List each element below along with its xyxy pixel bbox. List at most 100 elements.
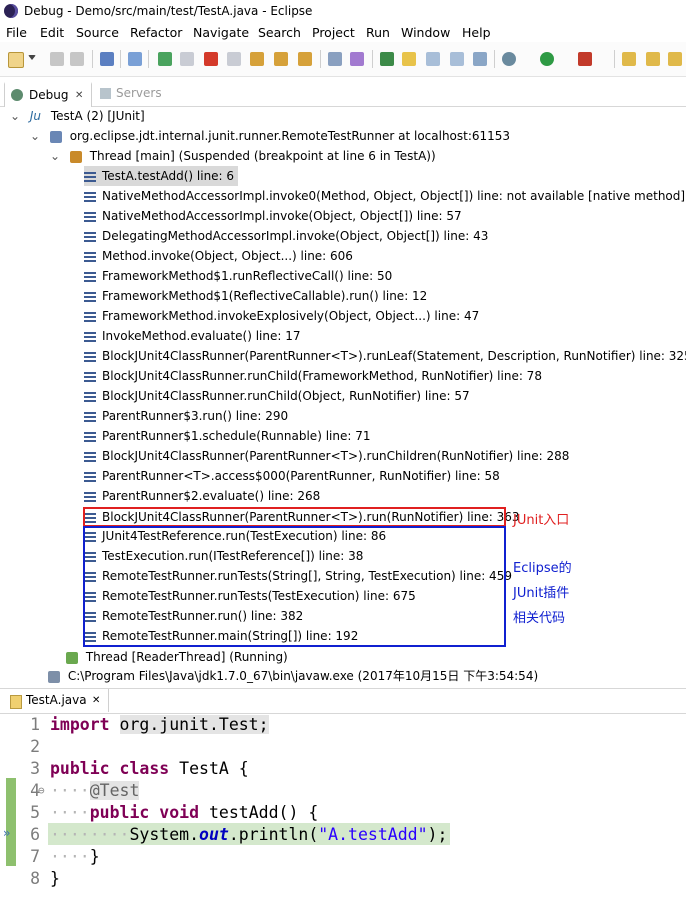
pin-icon[interactable] xyxy=(473,52,487,66)
stack-frame-icon xyxy=(84,271,96,282)
line-number: 8 xyxy=(30,869,40,888)
stack-frame[interactable]: BlockJUnit4ClassRunner.runChild(Framewor… xyxy=(84,366,542,386)
stack-frame[interactable]: FrameworkMethod$1.runReflectiveCall() li… xyxy=(84,266,392,286)
terminate-icon[interactable] xyxy=(204,52,218,66)
stack-frame-icon xyxy=(84,211,96,222)
stack-frame[interactable]: FrameworkMethod$1(ReflectiveCallable).ru… xyxy=(84,286,427,306)
code-line-1: import org.junit.Test; xyxy=(50,715,269,734)
stack-frame[interactable]: ParentRunner$2.evaluate() line: 268 xyxy=(84,486,320,506)
step-over-icon[interactable] xyxy=(274,52,288,66)
run-icon[interactable] xyxy=(540,52,554,66)
frame-label: ParentRunner$2.evaluate() line: 268 xyxy=(102,489,321,503)
tree-process[interactable]: C:\Program Files\Java\jdk1.7.0_67\bin\ja… xyxy=(48,666,538,684)
tree-launch[interactable]: ⌄ Ju TestA (2) [JUnit] xyxy=(10,106,145,126)
menu-bar: File Edit Source Refactor Navigate Searc… xyxy=(0,22,686,42)
menu-project[interactable]: Project xyxy=(312,25,355,40)
vm-label: org.eclipse.jdt.internal.junit.runner.Re… xyxy=(69,129,511,143)
stack-frame-icon xyxy=(84,371,96,382)
frame-label: BlockJUnit4ClassRunner(ParentRunner<T>).… xyxy=(102,449,570,463)
stack-frame-icon xyxy=(84,351,96,362)
new-dropdown-icon[interactable] xyxy=(28,55,36,60)
line-number: 5 xyxy=(30,803,40,822)
debug-gear-icon[interactable] xyxy=(502,52,516,66)
stack-frame[interactable]: NativeMethodAccessorImpl.invoke(Object, … xyxy=(84,206,462,226)
highlight-icon[interactable] xyxy=(402,52,416,66)
menu-file[interactable]: File xyxy=(6,25,27,40)
editor-tab-label: TestA.java xyxy=(26,693,87,707)
open-folder-icon[interactable] xyxy=(668,52,682,66)
save-all-icon[interactable] xyxy=(70,52,84,66)
frame-label: FrameworkMethod$1.runReflectiveCall() li… xyxy=(102,269,393,283)
stack-frame[interactable]: DelegatingMethodAccessorImpl.invoke(Obje… xyxy=(84,226,488,246)
line-number: 7 xyxy=(30,847,40,866)
junit-entry-highlight xyxy=(83,507,506,527)
frame-label: InvokeMethod.evaluate() line: 17 xyxy=(102,329,301,343)
step-into-icon[interactable] xyxy=(250,52,264,66)
new-package-icon[interactable] xyxy=(622,52,636,66)
instruction-pointer-icon: » xyxy=(3,826,11,840)
stack-frame-icon xyxy=(84,171,96,182)
menu-help[interactable]: Help xyxy=(462,25,491,40)
stack-frame[interactable]: BlockJUnit4ClassRunner(ParentRunner<T>).… xyxy=(84,346,686,366)
stack-frame-icon xyxy=(84,331,96,342)
stack-frame-selected[interactable]: TestA.testAdd() line: 6 xyxy=(84,166,239,186)
new-icon[interactable] xyxy=(8,52,24,68)
line-number: 6 xyxy=(30,825,40,844)
disconnect-icon[interactable] xyxy=(227,52,241,66)
code-editor[interactable]: » 1 2 3 4 ⊖ 5 6 7 8 import org.junit.Tes… xyxy=(0,712,686,904)
step-return-icon[interactable] xyxy=(298,52,312,66)
suspend-icon[interactable] xyxy=(180,52,194,66)
frame-label: BlockJUnit4ClassRunner.runChild(Object, … xyxy=(102,389,470,403)
stack-frame[interactable]: ParentRunner<T>.access$000(ParentRunner,… xyxy=(84,466,500,486)
tab-testa-java[interactable]: TestA.java ✕ xyxy=(4,689,109,712)
resume-icon[interactable] xyxy=(158,52,172,66)
tree-thread-reader[interactable]: Thread [ReaderThread] (Running) xyxy=(66,647,288,667)
stack-frame[interactable]: InvokeMethod.evaluate() line: 17 xyxy=(84,326,301,346)
stack-frame[interactable]: BlockJUnit4ClassRunner.runChild(Object, … xyxy=(84,386,470,406)
code-line-6: ········System.out.println("A.testAdd"); xyxy=(50,825,448,844)
toggle-icon[interactable] xyxy=(426,52,440,66)
use-step-filters-icon[interactable] xyxy=(350,52,364,66)
menu-navigate[interactable]: Navigate xyxy=(193,25,249,40)
process-label: C:\Program Files\Java\jdk1.7.0_67\bin\ja… xyxy=(67,669,539,683)
annotation-junit-entry: JUnit入口 xyxy=(513,513,570,528)
menu-run[interactable]: Run xyxy=(366,25,390,40)
fold-icon[interactable]: ⊖ xyxy=(38,784,45,797)
save-icon[interactable] xyxy=(50,52,64,66)
menu-window[interactable]: Window xyxy=(401,25,450,40)
stack-frame-icon xyxy=(84,391,96,402)
stack-frame[interactable]: BlockJUnit4ClassRunner(ParentRunner<T>).… xyxy=(84,446,569,466)
stack-frame-icon xyxy=(84,491,96,502)
stack-frame-icon xyxy=(84,311,96,322)
process-icon xyxy=(48,670,60,683)
stack-frame-icon xyxy=(84,471,96,482)
show-source-icon[interactable] xyxy=(450,52,464,66)
skip-breakpoints-icon[interactable] xyxy=(128,52,142,66)
stack-frame[interactable]: ParentRunner$3.run() line: 290 xyxy=(84,406,288,426)
close-icon[interactable]: ✕ xyxy=(75,84,83,107)
stack-frame[interactable]: NativeMethodAccessorImpl.invoke0(Method,… xyxy=(84,186,685,206)
menu-source[interactable]: Source xyxy=(76,25,119,40)
servers-icon xyxy=(100,88,111,99)
close-icon[interactable]: ✕ xyxy=(92,689,100,712)
stack-frame-icon xyxy=(84,291,96,302)
title-bar: Debug - Demo/src/main/test/TestA.java - … xyxy=(0,0,686,22)
tree-thread-main[interactable]: ⌄ Thread [main] (Suspended (breakpoint a… xyxy=(50,146,436,166)
menu-refactor[interactable]: Refactor xyxy=(130,25,182,40)
tree-vm[interactable]: ⌄ org.eclipse.jdt.internal.junit.runner.… xyxy=(30,126,510,146)
external-tools-icon[interactable] xyxy=(578,52,592,66)
stack-frame[interactable]: Method.invoke(Object, Object...) line: 6… xyxy=(84,246,353,266)
tab-servers-label: Servers xyxy=(116,86,162,100)
stack-frame[interactable]: ParentRunner$1.schedule(Runnable) line: … xyxy=(84,426,370,446)
editor-tabs: TestA.java ✕ xyxy=(0,688,686,714)
stack-frame[interactable]: FrameworkMethod.invokeExplosively(Object… xyxy=(84,306,479,326)
menu-edit[interactable]: Edit xyxy=(40,25,64,40)
drop-to-frame-icon[interactable] xyxy=(328,52,342,66)
console-icon[interactable] xyxy=(100,52,114,66)
menu-search[interactable]: Search xyxy=(258,25,301,40)
run-to-line-icon[interactable] xyxy=(380,52,394,66)
frame-label: FrameworkMethod$1(ReflectiveCallable).ru… xyxy=(102,289,428,303)
tab-debug[interactable]: Debug ✕ xyxy=(4,82,92,107)
open-type-icon[interactable] xyxy=(646,52,660,66)
frame-label: BlockJUnit4ClassRunner.runChild(Framewor… xyxy=(102,369,542,383)
